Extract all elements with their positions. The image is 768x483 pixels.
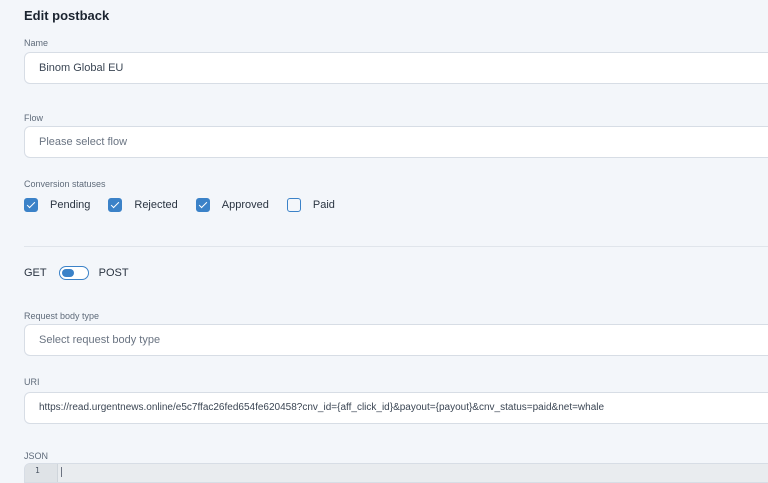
method-post-label: POST [98, 267, 129, 279]
checkbox-unchecked-icon[interactable] [286, 198, 301, 212]
uri-input[interactable]: https://read.urgentnews.online/e5c7ffac2… [24, 392, 768, 424]
flow-label: Flow [24, 113, 44, 123]
json-label: JSON [24, 451, 49, 461]
request-body-type-select[interactable]: Select request body type [24, 324, 768, 356]
text-caret [61, 467, 62, 477]
page-title: Edit postback [24, 8, 110, 23]
toggle-knob [61, 268, 74, 277]
name-field[interactable]: Binom Global EU [24, 52, 768, 84]
status-pending-checkbox[interactable]: Pending [24, 198, 90, 212]
conversion-statuses-label: Conversion statuses [24, 179, 106, 189]
checkbox-checked-icon[interactable] [24, 198, 38, 212]
json-editor[interactable]: 1 [24, 463, 768, 483]
status-pending-label: Pending [50, 199, 91, 211]
method-toggle-row: GET POST [24, 266, 129, 280]
method-toggle[interactable] [58, 266, 89, 280]
request-body-type-label: Request body type [24, 311, 100, 321]
editor-gutter: 1 [25, 464, 58, 482]
status-approved-checkbox[interactable]: Approved [195, 198, 269, 212]
status-paid-label: Paid [312, 199, 335, 211]
section-divider [24, 246, 768, 247]
method-get-label: GET [24, 267, 47, 279]
status-rejected-label: Rejected [134, 199, 178, 211]
status-rejected-checkbox[interactable]: Rejected [108, 198, 178, 212]
status-paid-checkbox[interactable]: Paid [286, 198, 335, 212]
line-number: 1 [35, 466, 40, 475]
status-approved-label: Approved [221, 199, 269, 211]
checkbox-checked-icon[interactable] [195, 198, 210, 212]
conversion-statuses-group: Pending Rejected Approved Paid [24, 198, 353, 212]
name-label: Name [24, 38, 49, 48]
flow-select[interactable]: Please select flow [24, 126, 768, 158]
checkbox-checked-icon[interactable] [108, 198, 123, 212]
uri-label: URI [24, 377, 40, 387]
